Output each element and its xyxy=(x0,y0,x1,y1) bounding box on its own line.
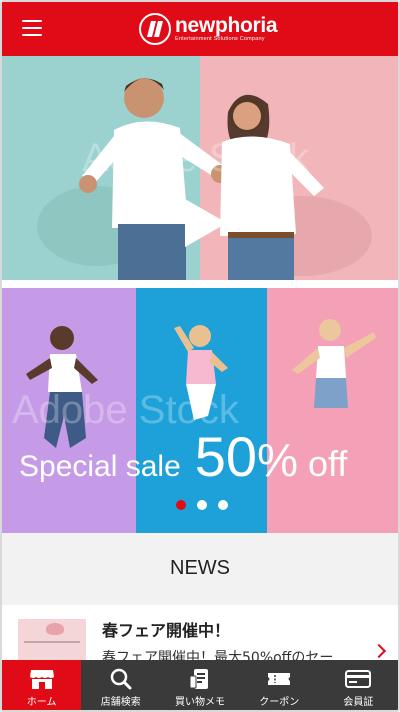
carousel-dot-1[interactable] xyxy=(176,500,186,510)
tab-coupon[interactable]: クーポン xyxy=(240,660,319,710)
tab-shopping-memo-label: 買い物メモ xyxy=(175,697,225,708)
tab-member-card-label: 会員証 xyxy=(343,697,374,708)
news-title: NEWS xyxy=(170,557,230,579)
bottom-tab-bar: ホーム 店舗検索 買い物メモ クーポン 会員証 xyxy=(2,660,398,710)
brand-tagline: Entertainment Solutions Company xyxy=(175,36,265,43)
play-icon[interactable] xyxy=(185,199,227,247)
home-store-icon xyxy=(29,670,54,689)
tab-store-search[interactable]: 店舗検索 xyxy=(81,660,160,710)
carousel-pagination xyxy=(176,500,239,510)
coupon-ticket-icon xyxy=(268,673,291,685)
sale-off-text: off xyxy=(307,443,348,484)
brand-logo[interactable]: newphoria Entertainment Solutions Compan… xyxy=(139,11,278,47)
news-item-description: 春フェア開催中！最大50%offのセー xyxy=(102,650,334,660)
app-header: newphoria Entertainment Solutions Compan… xyxy=(2,2,398,56)
hero-video[interactable]: Adobe Stock xyxy=(2,56,398,280)
search-icon xyxy=(110,668,132,690)
news-item-title: 春フェア開催中！ xyxy=(102,621,231,640)
newphoria-logo-icon xyxy=(139,13,171,45)
tab-store-search-label: 店舗検索 xyxy=(100,697,141,708)
sale-lead-text: Special sale xyxy=(19,450,181,483)
tab-home[interactable]: ホーム xyxy=(2,660,82,710)
sale-percent-value: 50 xyxy=(194,425,258,488)
member-card-icon xyxy=(345,670,372,688)
tab-member-card[interactable]: 会員証 xyxy=(319,660,398,710)
news-list-item[interactable]: 春フェア開催中！ 春フェア開催中！最大50%offのセー xyxy=(2,605,398,660)
shopping-memo-icon xyxy=(189,669,208,689)
app-screen: newphoria Entertainment Solutions Compan… xyxy=(0,0,400,712)
hero-watermark: Adobe Stock xyxy=(82,136,309,180)
news-thumbnail xyxy=(18,619,86,660)
carousel-dot-3[interactable] xyxy=(218,500,228,510)
tab-shopping-memo[interactable]: 買い物メモ xyxy=(160,660,239,710)
carousel-dot-2[interactable] xyxy=(197,500,207,510)
tab-home-label: ホーム xyxy=(26,697,57,708)
news-section-header: NEWS xyxy=(2,533,398,605)
sale-banner-carousel[interactable]: Adobe Stock Special sale 50 % off xyxy=(2,288,398,533)
sale-percent-sign: % xyxy=(257,434,298,486)
brand-name: newphoria xyxy=(175,14,278,38)
tab-coupon-label: クーポン xyxy=(259,697,300,708)
sale-headline: Special sale 50 % off xyxy=(19,424,347,489)
hamburger-menu-icon[interactable] xyxy=(22,20,42,36)
chevron-right-icon xyxy=(371,643,387,659)
